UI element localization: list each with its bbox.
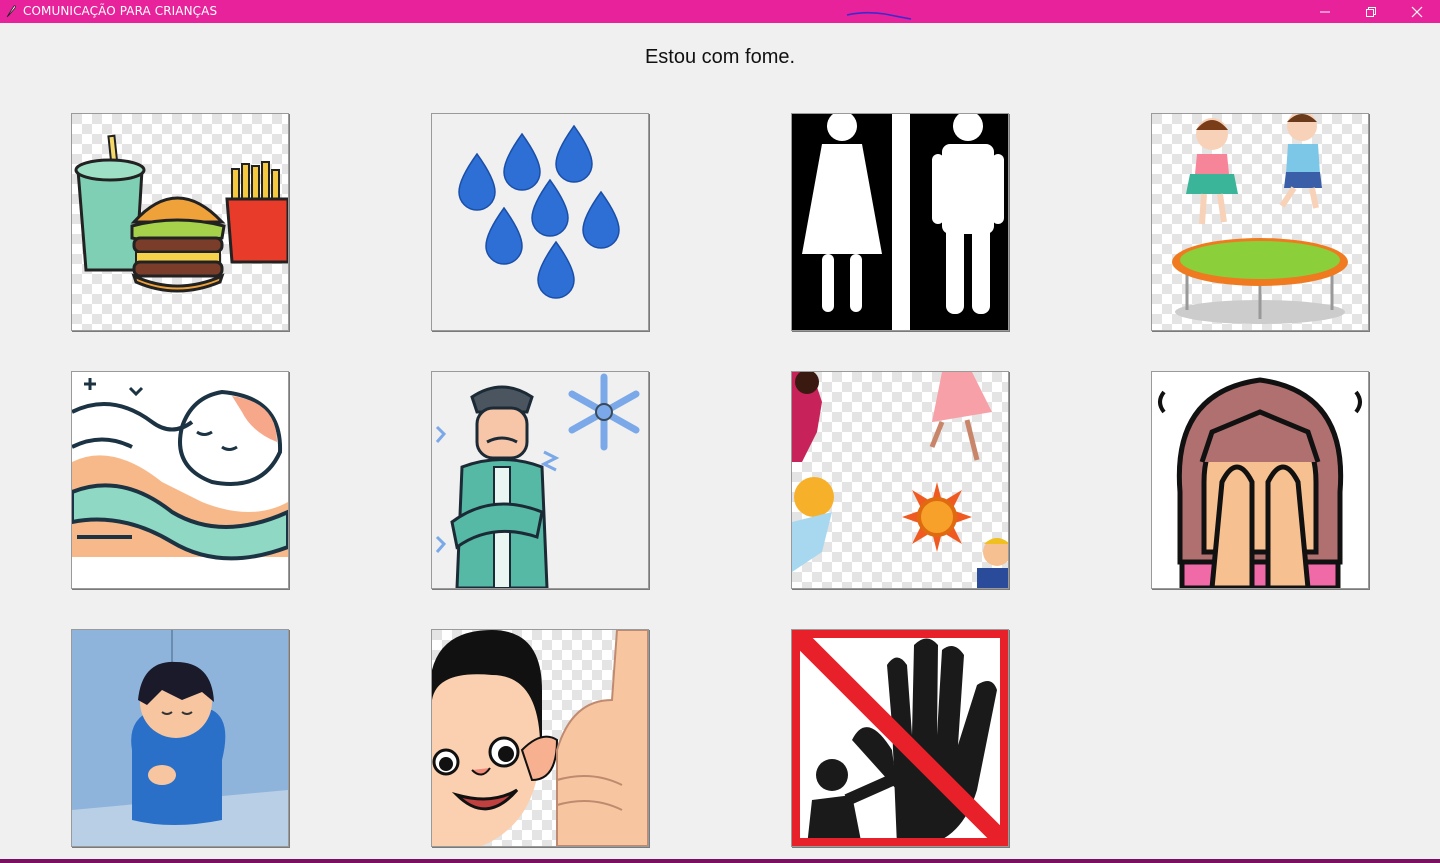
- face-in-hands-icon: [1152, 372, 1368, 588]
- food-icon: [72, 114, 288, 330]
- minimize-icon: [1320, 11, 1330, 12]
- card-hot[interactable]: [791, 371, 1009, 589]
- stop-hand-icon: [792, 630, 1008, 846]
- title-bar: COMUNICAÇÃO PARA CRIANÇAS: [0, 0, 1440, 23]
- card-ashamed[interactable]: [1151, 371, 1369, 589]
- card-sleep[interactable]: [71, 371, 289, 589]
- thumbs-up-boy-icon: [432, 630, 648, 846]
- restore-icon: [1366, 6, 1376, 17]
- app-feather-icon: [6, 5, 16, 18]
- card-water[interactable]: [431, 113, 649, 331]
- card-stop[interactable]: [791, 629, 1009, 847]
- window-title: COMUNICAÇÃO PARA CRIANÇAS: [23, 4, 218, 18]
- card-cold[interactable]: [431, 371, 649, 589]
- trampoline-kids-icon: [1152, 114, 1368, 330]
- cold-person-icon: [432, 372, 648, 588]
- card-sad[interactable]: [71, 629, 289, 847]
- card-ok[interactable]: [431, 629, 649, 847]
- spoken-message-label: Estou com fome.: [644, 46, 796, 68]
- restroom-icon: [792, 114, 1008, 330]
- hot-sun-icon: [792, 372, 1008, 588]
- restore-button[interactable]: [1348, 0, 1394, 23]
- card-play[interactable]: [1151, 113, 1369, 331]
- close-icon: [1411, 6, 1423, 17]
- sleeping-child-icon: [72, 372, 288, 588]
- pen-scribble-mark: [846, 11, 912, 20]
- minimize-button[interactable]: [1302, 0, 1348, 23]
- water-drops-icon: [432, 114, 648, 330]
- close-button[interactable]: [1394, 0, 1440, 23]
- card-food[interactable]: [71, 113, 289, 331]
- sad-child-icon: [72, 630, 288, 846]
- bottom-border: [0, 859, 1440, 863]
- card-bathroom[interactable]: [791, 113, 1009, 331]
